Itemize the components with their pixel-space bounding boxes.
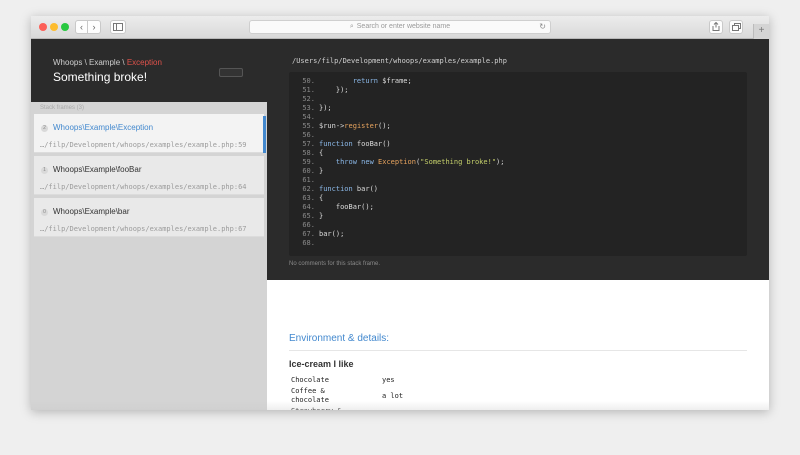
code-line: 61. [302, 176, 315, 184]
code-line: 52. [302, 95, 315, 103]
share-icon [712, 21, 720, 31]
scroll-fade [31, 401, 769, 410]
share-button[interactable] [709, 20, 723, 34]
table-value: yes [382, 376, 395, 384]
search-icon: ⌕ [349, 23, 354, 30]
frame-path: …/filp/Development/whoops/examples/examp… [40, 183, 247, 191]
active-frame-indicator [263, 116, 266, 153]
code-line: 67. bar(); [302, 230, 345, 238]
back-button[interactable]: ‹ [75, 20, 88, 34]
code-line: 63.{ [302, 194, 324, 202]
stack-frame[interactable]: 2 Whoops\Example\Exception …/filp/Develo… [34, 114, 266, 153]
code-panel: /Users/filp/Development/whoops/examples/… [267, 39, 769, 280]
frame-comments: No comments for this stack frame. [289, 261, 381, 267]
section-title: Ice-cream I like [289, 359, 354, 369]
code-line: 60.} [302, 167, 324, 175]
frame-path: …/filp/Development/whoops/examples/examp… [40, 141, 247, 149]
table-key: Chocolate [291, 376, 329, 384]
sidebar-icon [113, 23, 123, 31]
frames-label: Stack frames (3) [40, 105, 85, 111]
tabs-icon [731, 23, 741, 31]
table-value: a lot [382, 392, 404, 400]
frame-class: Whoops\Example\bar [53, 207, 130, 216]
frame-class: Whoops\Example\Exception [53, 123, 154, 132]
file-path: /Users/filp/Development/whoops/examples/… [292, 57, 507, 65]
minimize-window-button[interactable] [50, 23, 58, 31]
breadcrumb-exception: Exception [126, 58, 162, 67]
address-bar[interactable]: ⌕ Search or enter website name ↻ [249, 20, 551, 34]
reload-icon[interactable]: ↻ [539, 21, 546, 33]
address-placeholder: Search or enter website name [356, 23, 451, 30]
code-line: 62. function bar() [302, 185, 379, 193]
code-block: 50. return $frame; 51. }); 52. 53.}); 54… [289, 72, 747, 256]
copy-button[interactable] [219, 68, 243, 77]
code-line-highlighted: 59. throw new Exception("Something broke… [302, 158, 505, 166]
code-line: 51. }); [302, 86, 349, 94]
code-line: 56. [302, 131, 315, 139]
tabs-overview-button[interactable] [729, 20, 743, 34]
forward-button[interactable]: › [88, 20, 101, 34]
frame-index: 2 [41, 125, 48, 132]
chevron-right-icon: › [92, 22, 96, 32]
sidebar-toggle-button[interactable] [110, 20, 126, 34]
new-tab-button[interactable]: + [753, 24, 769, 39]
page-title: Something broke! [53, 70, 148, 84]
code-line: 57. function fooBar() [302, 140, 391, 148]
breadcrumb-namespace: Whoops \ Example \ [53, 58, 127, 67]
environment-title: Environment & details: [289, 333, 390, 344]
plus-icon: + [758, 25, 765, 36]
browser-window: ‹ › ⌕ Search or enter website name ↻ + Wh… [31, 16, 769, 410]
close-window-button[interactable] [39, 23, 47, 31]
code-line: 65.} [302, 212, 324, 220]
code-line: 64. fooBar(); [302, 203, 374, 211]
code-line: 58.{ [302, 149, 324, 157]
frame-index: 0 [41, 209, 48, 216]
stack-frame[interactable]: 1 Whoops\Example\fooBar …/filp/Developme… [34, 156, 264, 195]
divider [289, 350, 747, 351]
code-line: 53.}); [302, 104, 332, 112]
frame-class: Whoops\Example\fooBar [53, 165, 142, 174]
zoom-window-button[interactable] [61, 23, 69, 31]
code-line: 54. [302, 113, 315, 121]
browser-toolbar: ‹ › ⌕ Search or enter website name ↻ + [31, 16, 769, 39]
frame-index: 1 [41, 167, 48, 174]
stack-frames-panel: Whoops \ Example \ Exception Something b… [31, 39, 267, 410]
breadcrumb: Whoops \ Example \ Exception [53, 58, 162, 67]
code-line: 68. [302, 239, 315, 247]
stack-frame[interactable]: 0 Whoops\Example\bar …/filp/Development/… [34, 198, 264, 237]
environment-panel: Environment & details: Ice-cream I like … [267, 280, 769, 410]
chevron-left-icon: ‹ [80, 22, 83, 32]
exception-header: Whoops \ Example \ Exception Something b… [31, 39, 267, 102]
code-line: 55. $run->register(); [302, 122, 391, 130]
code-line: 50. return $frame; [302, 77, 412, 85]
frame-path: …/filp/Development/whoops/examples/examp… [40, 225, 247, 233]
code-line: 66. [302, 221, 315, 229]
